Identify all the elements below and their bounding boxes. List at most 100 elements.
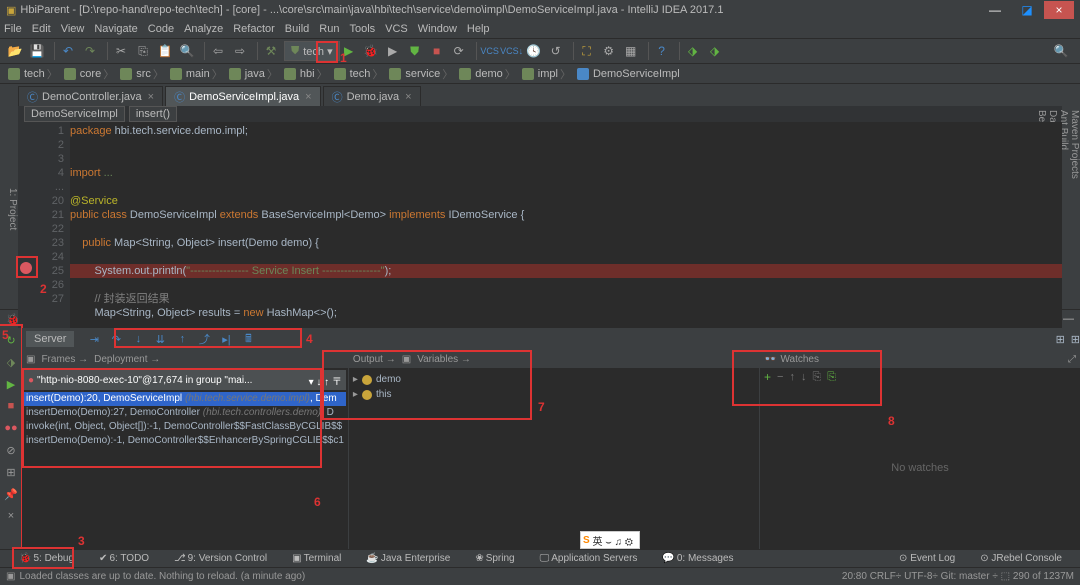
save-icon[interactable]: 💾 bbox=[28, 42, 46, 60]
breadcrumb-class[interactable]: DemoServiceImpl bbox=[24, 106, 125, 122]
annotation-1: 1 bbox=[340, 51, 347, 65]
vcs-revert-icon[interactable]: ↺ bbox=[547, 42, 565, 60]
crumb-class[interactable]: DemoServiceImpl bbox=[575, 68, 680, 80]
menu-bar[interactable]: File Edit View Navigate Code Analyze Refactor B… bbox=[0, 20, 1080, 38]
menu-edit[interactable]: Edit bbox=[32, 23, 51, 35]
bottom-tab-Terminal[interactable]: ▣ Terminal bbox=[279, 553, 341, 564]
vcs-update-icon[interactable]: VCS↓ bbox=[503, 42, 521, 60]
left-tool-strip[interactable]: 1: Project7: Structure bbox=[0, 106, 18, 309]
close-button[interactable]: × bbox=[1044, 1, 1074, 19]
debug-side-controls[interactable]: ↻ ⬗ ▶ ■ ●● ⊘ ⊞ 📌 × bbox=[0, 328, 22, 549]
coverage-icon[interactable]: ▶ bbox=[384, 42, 402, 60]
menu-refactor[interactable]: Refactor bbox=[233, 23, 275, 35]
crumb-java[interactable]: java〉 bbox=[227, 66, 280, 82]
annotation-8: 8 bbox=[888, 414, 895, 428]
jrebel2-icon[interactable]: ⬗ bbox=[706, 42, 724, 60]
crumb-core[interactable]: core〉 bbox=[62, 66, 116, 82]
deployment-label[interactable]: Deployment → bbox=[94, 354, 160, 365]
copy-icon[interactable]: ⎘ bbox=[134, 42, 152, 60]
watches-panel: 👓 Watches ⤢ + − ↑ ↓ ⎘ ⎘ bbox=[760, 350, 1080, 549]
menu-help[interactable]: Help bbox=[467, 23, 490, 35]
bottom-tab-9: Version Control[interactable]: ⎇ 9: Version Control bbox=[161, 553, 267, 564]
crumb-service[interactable]: service〉 bbox=[387, 66, 455, 82]
show-exec-icon[interactable]: ⇥ bbox=[86, 331, 102, 347]
navigation-bar[interactable]: tech〉core〉src〉main〉java〉hbi〉tech〉service… bbox=[0, 64, 1080, 84]
bottom-tab-JRebel Console[interactable]: ⊙ JRebel Console bbox=[967, 553, 1062, 564]
frames-label[interactable]: Frames → bbox=[41, 354, 88, 365]
annotation-2: 2 bbox=[40, 282, 47, 296]
settings-icon[interactable]: ⚙ bbox=[600, 42, 618, 60]
maximize-button[interactable]: ◪ bbox=[1012, 1, 1042, 19]
help-icon[interactable]: ? bbox=[653, 42, 671, 60]
settings-icon[interactable]: ⊞ bbox=[1071, 333, 1080, 346]
menu-view[interactable]: View bbox=[61, 23, 85, 35]
crumb-src[interactable]: src〉 bbox=[118, 66, 166, 82]
annotation-7: 7 bbox=[538, 400, 545, 414]
crumb-tech[interactable]: tech〉 bbox=[332, 66, 386, 82]
crumb-demo[interactable]: demo〉 bbox=[457, 66, 518, 82]
menu-navigate[interactable]: Navigate bbox=[94, 23, 137, 35]
open-icon[interactable]: 📂 bbox=[6, 42, 24, 60]
minimize-button[interactable]: — bbox=[980, 1, 1010, 19]
stop-icon[interactable]: ■ bbox=[428, 42, 446, 60]
bottom-tool-tabs[interactable]: 3 🐞 5: Debug✔ 6: TODO⎇ 9: Version Contro… bbox=[0, 549, 1080, 567]
main-toolbar[interactable]: 📂 💾 ↶ ↷ ✂ ⎘ 📋 🔍 ⇦ ⇨ ⚒ ⛊ tech ▾ ▶ 🐞 1 ▶ ⛊… bbox=[0, 38, 1080, 64]
undo-icon[interactable]: ↶ bbox=[59, 42, 77, 60]
breadcrumb-method[interactable]: insert() bbox=[129, 106, 177, 122]
bottom-tab-6: TODO[interactable]: ✔ 6: TODO bbox=[86, 553, 149, 564]
tool-1: Project[interactable]: 1: Project bbox=[7, 188, 18, 230]
watches-hide-icon[interactable]: ⤢ bbox=[1068, 354, 1076, 365]
annotation-6: 6 bbox=[314, 495, 321, 509]
menu-run[interactable]: Run bbox=[319, 23, 339, 35]
server-tab[interactable]: Server bbox=[26, 331, 74, 347]
editor-breadcrumb[interactable]: DemoServiceImpl insert() bbox=[18, 106, 1062, 122]
restore-layout-icon[interactable]: ⊞ bbox=[1056, 333, 1065, 346]
status-right: 20:80 CRLF÷ UTF-8÷ Git: master ÷ ⬚ 290 o… bbox=[842, 571, 1074, 582]
frames-icon: ▣ bbox=[26, 354, 35, 365]
tool-Maven Projects[interactable]: Maven Projects bbox=[1069, 110, 1080, 279]
right-tool-strip[interactable]: Maven ProjectsAnt BuildDatabaseBean Vali… bbox=[1062, 106, 1080, 309]
minimize-icon[interactable]: — bbox=[1063, 313, 1074, 325]
menu-tools[interactable]: Tools bbox=[349, 23, 375, 35]
back-icon[interactable]: ⇦ bbox=[209, 42, 227, 60]
menu-file[interactable]: File bbox=[4, 23, 22, 35]
ime-toolbar[interactable]: S 英 ⌣ ♫ ⚙ bbox=[580, 531, 640, 549]
jrebel-icon[interactable]: ⬗ bbox=[684, 42, 702, 60]
structure-icon[interactable]: ⛶ bbox=[578, 42, 596, 60]
menu-code[interactable]: Code bbox=[148, 23, 174, 35]
menu-analyze[interactable]: Analyze bbox=[184, 23, 223, 35]
vcs-icon[interactable]: VCS bbox=[481, 42, 499, 60]
update-icon[interactable]: ⟳ bbox=[450, 42, 468, 60]
debug-tabs[interactable]: Server ⇥ ↷ ↓ ⇊ ↑ ⤴ ▸| 🖩 4 ⊞ ⊞ bbox=[22, 328, 1080, 350]
debug-tool-window: 🐞 Debug | ⛊ tech ⚙▾ — ↻ ⬗ ▶ ■ ●● ⊘ ⊞ 📌 × bbox=[0, 309, 1080, 549]
menu-window[interactable]: Window bbox=[418, 23, 457, 35]
build-icon[interactable]: ⚒ bbox=[262, 42, 280, 60]
no-watches-label: No watches bbox=[760, 386, 1080, 549]
tab-Demo.java[interactable]: ⒸDemo.java × bbox=[323, 86, 421, 106]
crumb-hbi[interactable]: hbi〉 bbox=[282, 66, 330, 82]
menu-vcs[interactable]: VCS bbox=[385, 23, 408, 35]
sdk-icon[interactable]: ▦ bbox=[622, 42, 640, 60]
annotation-4: 4 bbox=[306, 332, 313, 346]
crumb-tech[interactable]: tech〉 bbox=[6, 66, 60, 82]
tab-DemoController.java[interactable]: ⒸDemoController.java × bbox=[18, 86, 163, 106]
tab-DemoServiceImpl.java[interactable]: ⒸDemoServiceImpl.java × bbox=[165, 86, 320, 106]
forward-icon[interactable]: ⇨ bbox=[231, 42, 249, 60]
bottom-tab-Application Servers[interactable]: 🖵 Application Servers bbox=[527, 553, 638, 564]
paste-icon[interactable]: 📋 bbox=[156, 42, 174, 60]
crumb-main[interactable]: main〉 bbox=[168, 66, 225, 82]
crumb-impl[interactable]: impl〉 bbox=[520, 66, 573, 82]
bottom-tab-Java Enterprise[interactable]: ☕ Java Enterprise bbox=[353, 553, 450, 564]
redo-icon[interactable]: ↷ bbox=[81, 42, 99, 60]
bottom-tab-Spring[interactable]: ❀ Spring bbox=[462, 553, 514, 564]
bottom-tab-0: Messages[interactable]: 💬 0: Messages bbox=[649, 553, 733, 564]
vcs-history-icon[interactable]: 🕓 bbox=[525, 42, 543, 60]
cut-icon[interactable]: ✂ bbox=[112, 42, 130, 60]
attach-icon[interactable]: ⛊ bbox=[406, 42, 424, 60]
search-everywhere-icon[interactable]: 🔍 bbox=[1052, 42, 1070, 60]
menu-build[interactable]: Build bbox=[285, 23, 309, 35]
debug-icon[interactable]: 🐞 bbox=[362, 42, 380, 60]
find-icon[interactable]: 🔍 bbox=[178, 42, 196, 60]
editor-tabs[interactable]: ⒸDemoController.java ×ⒸDemoServiceImpl.j… bbox=[0, 84, 1080, 106]
bottom-tab-Event Log[interactable]: ⊙ Event Log bbox=[886, 553, 955, 564]
